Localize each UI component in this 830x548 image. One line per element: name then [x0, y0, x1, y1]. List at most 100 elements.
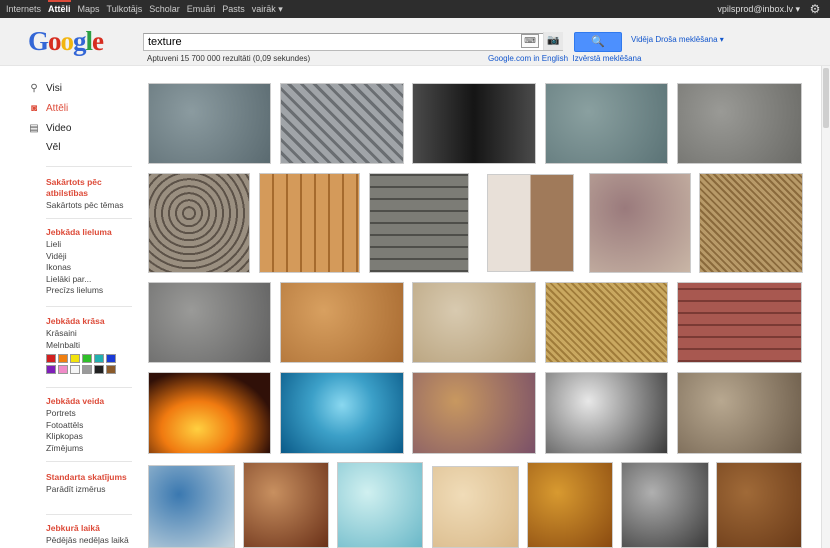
nav-item[interactable]: Emuāri — [187, 4, 216, 15]
section-item[interactable]: Melnbalti — [46, 340, 136, 352]
wood-rings-texture[interactable] — [148, 173, 250, 273]
color-swatch[interactable] — [70, 354, 80, 363]
color-swatch[interactable] — [46, 354, 56, 363]
section-title[interactable]: Sakārtots pēc atbilstības — [46, 177, 136, 199]
search-button[interactable]: 🔍 — [574, 32, 622, 52]
nav-item[interactable]: Attēli — [48, 0, 71, 15]
divider — [46, 514, 132, 515]
red-brick-texture[interactable] — [677, 282, 802, 363]
size-section: Jebkāda lieluma Lieli Vidēji Ikonas Liel… — [46, 227, 136, 297]
color-swatch[interactable] — [46, 365, 56, 374]
section-item[interactable]: Sakārtots pēc tēmas — [46, 200, 136, 212]
color-swatch[interactable] — [58, 365, 68, 374]
light-teal-texture[interactable] — [337, 462, 423, 548]
type-section: Jebkāda veida Portrets Fotoattēls Klipko… — [46, 396, 136, 454]
parchment-texture[interactable] — [412, 282, 536, 363]
section-item[interactable]: Lieli — [46, 239, 136, 251]
mode-label: Attēli — [46, 103, 69, 114]
section-item[interactable]: Lielāki par... — [46, 274, 136, 286]
woven-fabric-texture[interactable] — [545, 282, 668, 363]
section-item[interactable]: Klipkopas — [46, 431, 136, 443]
rough-rock-texture[interactable] — [677, 83, 802, 164]
nav-item[interactable]: Maps — [78, 4, 100, 15]
keyboard-icon[interactable]: ⌨ — [521, 34, 539, 48]
color-swatch[interactable] — [106, 365, 116, 374]
section-item[interactable]: Vidēji — [46, 251, 136, 263]
google-english-link[interactable]: Google.com in English Izvērstā meklēšana — [488, 54, 641, 63]
fire-texture[interactable] — [148, 372, 271, 454]
color-swatch[interactable] — [70, 365, 80, 374]
section-item[interactable]: Ikonas — [46, 262, 136, 274]
golden-grunge-texture[interactable] — [527, 462, 613, 548]
color-swatch[interactable] — [94, 354, 104, 363]
retro-pattern-texture[interactable] — [589, 173, 691, 273]
grey-grunge-texture[interactable] — [621, 462, 709, 548]
time-section: Jebkurā laikā Pēdējās nedēļas laikā — [46, 523, 136, 547]
section-item[interactable]: Krāsaini — [46, 328, 136, 340]
section-title[interactable]: Jebkurā laikā — [46, 523, 136, 534]
section-item[interactable]: Precīzs lielums — [46, 285, 136, 297]
camera-search-icon[interactable]: 📷 — [543, 32, 563, 50]
diamond-plate-texture[interactable] — [280, 83, 404, 164]
nav-item[interactable]: Tulkotājs — [107, 4, 143, 15]
mode-more[interactable]: Vēl — [46, 142, 60, 153]
nav-item[interactable]: Pasts — [222, 4, 245, 15]
stone-wall-texture[interactable] — [545, 83, 668, 164]
ornate-metal-texture[interactable] — [148, 83, 271, 164]
plain-paper-texture[interactable] — [432, 466, 519, 548]
brushed-black-metal-texture[interactable] — [412, 83, 536, 164]
search-input[interactable] — [144, 34, 514, 50]
mode-images[interactable]: ◙ Attēli — [28, 103, 68, 114]
water-texture[interactable] — [280, 372, 404, 454]
parquet-floor-texture[interactable] — [259, 173, 360, 273]
section-item[interactable]: Portrets — [46, 408, 136, 420]
account-menu[interactable]: vpilsprod@inbox.lv ▾ — [717, 4, 800, 15]
english-link-text[interactable]: Google.com in English — [488, 54, 568, 63]
search-header: Google ⌨ 📷 🔍 Vidēja Droša meklēšana ▾ Ap… — [0, 18, 830, 66]
section-title[interactable]: Standarta skatījums — [46, 472, 136, 483]
results-stats: Aptuveni 15 700 000 rezultāti (0,09 seku… — [147, 54, 311, 63]
section-title[interactable]: Jebkāda veida — [46, 396, 136, 407]
section-title[interactable]: Jebkāda krāsa — [46, 316, 136, 327]
grunge-paper-texture[interactable] — [412, 372, 536, 454]
google-logo[interactable]: Google — [28, 26, 104, 56]
section-item[interactable]: Parādīt izmērus — [46, 484, 136, 496]
section-item[interactable]: Pēdējās nedēļas laikā — [46, 535, 136, 547]
search-box[interactable] — [143, 33, 563, 51]
vertical-scrollbar[interactable] — [821, 66, 830, 548]
nav-item[interactable]: Internets — [6, 4, 41, 15]
view-section: Standarta skatījums Parādīt izmērus — [46, 472, 136, 496]
color-swatches — [46, 354, 126, 374]
color-swatch[interactable] — [82, 365, 92, 374]
section-item[interactable]: Zīmējums — [46, 443, 136, 455]
divider — [46, 306, 132, 307]
camera-icon: ◙ — [30, 102, 38, 114]
sort-section: Sakārtots pēc atbilstības Sakārtots pēc … — [46, 177, 136, 212]
scrollbar-thumb[interactable] — [823, 68, 829, 128]
color-swatch[interactable] — [94, 365, 104, 374]
concrete-texture[interactable] — [148, 282, 271, 363]
color-swatch[interactable] — [82, 354, 92, 363]
burlap-texture[interactable] — [716, 462, 802, 548]
grunge-swirl-texture[interactable] — [545, 372, 668, 454]
crumpled-paper-texture[interactable] — [280, 282, 404, 363]
color-swatch[interactable] — [106, 354, 116, 363]
advanced-search-link[interactable]: Izvērstā meklēšana — [573, 54, 642, 63]
mode-video[interactable]: ▤ Video — [28, 123, 71, 134]
woven-straw-texture[interactable] — [699, 173, 803, 273]
gear-icon[interactable]: ⚙ — [808, 2, 822, 16]
section-item[interactable]: Fotoattēls — [46, 420, 136, 432]
old-music-sheet-texture[interactable] — [243, 462, 329, 548]
nav-item[interactable]: vairāk ▾ — [252, 4, 283, 15]
cracked-ground-texture[interactable] — [677, 372, 802, 454]
nav-item[interactable]: Scholar — [149, 4, 180, 15]
color-swatch[interactable] — [58, 354, 68, 363]
section-title[interactable]: Jebkāda lieluma — [46, 227, 136, 238]
texture-collage[interactable] — [487, 174, 574, 272]
stone-brick-texture[interactable] — [369, 173, 469, 273]
product-nav: Internets Attēli Maps Tulkotājs Scholar Emuār… — [6, 0, 290, 15]
blue-grunge-texture[interactable] — [148, 465, 235, 548]
mode-all[interactable]: ⚲ Visi — [28, 83, 62, 94]
divider — [46, 166, 132, 167]
safe-search-dropdown[interactable]: Vidēja Droša meklēšana ▾ — [631, 35, 724, 44]
